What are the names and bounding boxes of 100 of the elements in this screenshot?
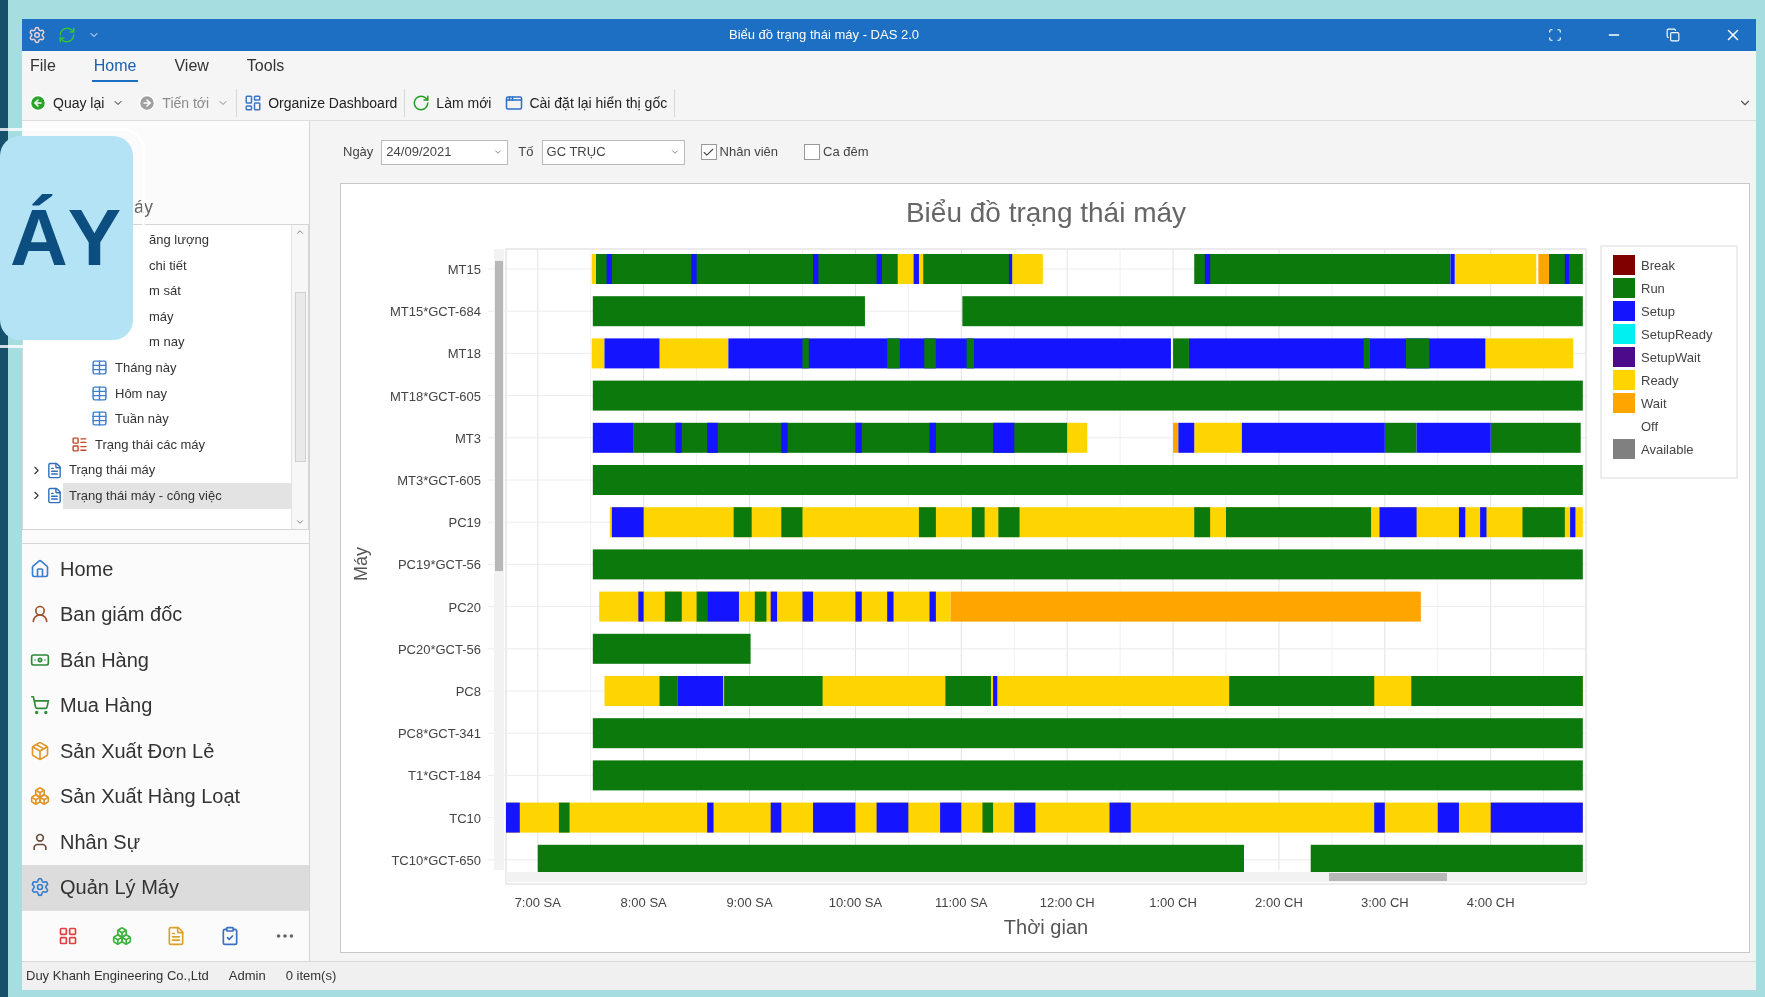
tree-item[interactable]: Hôm nay bbox=[91, 380, 174, 407]
axis-label: TC10*GCT-650 bbox=[391, 852, 481, 868]
menu-tab[interactable]: Home bbox=[91, 54, 139, 82]
clipboard-icon[interactable] bbox=[220, 926, 240, 946]
tick-label: 2:00 CH bbox=[1255, 895, 1303, 910]
axis-title: Máy bbox=[351, 547, 371, 581]
caret-icon bbox=[669, 147, 680, 157]
axis-label: MT15 bbox=[447, 262, 481, 277]
field-label: Tố bbox=[518, 143, 534, 162]
tree-item[interactable]: Trạng thái máy bbox=[63, 457, 291, 483]
package-icon bbox=[30, 740, 50, 761]
table-icon bbox=[91, 384, 108, 402]
window-title: Biểu đồ trạng thái máy - DAS 2.0 bbox=[728, 26, 919, 45]
axis-label: MT3 bbox=[455, 430, 481, 446]
team-dropdown[interactable]: GC TRỤC bbox=[541, 139, 685, 165]
legend-label: Wait bbox=[1641, 396, 1667, 411]
legend-label: Break bbox=[1641, 258, 1675, 273]
nav-item[interactable]: Home bbox=[22, 546, 309, 592]
checkbox[interactable] bbox=[700, 144, 717, 160]
checkbox-label: Nhân viên bbox=[719, 143, 779, 162]
axis-label: MT15*GCT-684 bbox=[389, 304, 481, 320]
panel-caption: áy bbox=[134, 196, 153, 219]
menu-tab[interactable]: View bbox=[172, 54, 211, 82]
restore-icon[interactable] bbox=[1666, 28, 1680, 42]
legend-label: SetupWait bbox=[1641, 350, 1701, 365]
toolbar-button[interactable]: Organize Dashboard bbox=[241, 90, 401, 116]
caret-icon bbox=[493, 147, 504, 157]
menu-tab[interactable]: Tools bbox=[244, 54, 287, 82]
scrollbar[interactable] bbox=[291, 225, 308, 529]
axis-label: TC10 bbox=[449, 810, 481, 826]
axis-label: T1*GCT-184 bbox=[408, 768, 481, 784]
tick-label: 8:00 SA bbox=[620, 895, 667, 910]
tree-item[interactable]: chi tiết bbox=[149, 252, 193, 279]
status-text: 0 item(s) bbox=[285, 967, 337, 986]
status-text: Duy Khanh Engineering Co.,Ltd bbox=[26, 967, 209, 986]
date-field[interactable]: 24/09/2021 bbox=[381, 139, 509, 165]
checkbox[interactable] bbox=[804, 144, 821, 160]
axis-label: PC8*GCT-341 bbox=[397, 726, 481, 742]
tree-item[interactable]: Tuần này bbox=[91, 406, 175, 432]
scroll-up-icon[interactable] bbox=[295, 227, 305, 237]
checkbox-label: Ca đêm bbox=[823, 143, 869, 162]
toolbar-button[interactable]: Làm mới bbox=[409, 90, 495, 116]
document-icon[interactable] bbox=[166, 926, 186, 946]
axis-label: PC20*GCT-56 bbox=[397, 641, 481, 657]
axis-label: PC20 bbox=[448, 599, 481, 615]
scroll-down-icon[interactable] bbox=[295, 517, 305, 527]
tree-item[interactable]: m nay bbox=[149, 329, 191, 355]
boxes-icon[interactable] bbox=[112, 926, 132, 946]
nav-item[interactable]: Mua Hàng bbox=[22, 682, 309, 728]
person-icon bbox=[30, 604, 50, 625]
axis-label: MT18 bbox=[447, 346, 481, 362]
tree-item[interactable]: m sát bbox=[149, 278, 187, 304]
menu-tab[interactable]: File bbox=[28, 54, 58, 82]
tick-label: 12:00 CH bbox=[1039, 895, 1095, 910]
table-icon bbox=[91, 410, 108, 428]
legend-label: Setup bbox=[1641, 304, 1675, 319]
tick-label: 9:00 SA bbox=[726, 895, 773, 910]
axis-label: MT18*GCT-605 bbox=[389, 388, 481, 404]
horizontal-scrollbar[interactable] bbox=[506, 872, 1586, 882]
tick-label: 3:00 CH bbox=[1360, 895, 1409, 910]
axis-label: PC19 bbox=[448, 515, 481, 531]
dashboard-icon bbox=[244, 94, 263, 112]
tree-item[interactable]: máy bbox=[149, 303, 180, 330]
gear-icon[interactable] bbox=[28, 26, 46, 44]
axis-label: PC8 bbox=[455, 684, 481, 699]
toolbar-button[interactable]: Quay lại bbox=[26, 90, 128, 116]
tick-label: 4:00 CH bbox=[1466, 895, 1515, 910]
nav-item[interactable]: Sản Xuất Hàng Loạt bbox=[22, 773, 309, 819]
cart-icon bbox=[30, 695, 50, 716]
grid-icon[interactable] bbox=[58, 926, 78, 946]
toolbar-button[interactable]: Cài đặt lại hiển thị gốc bbox=[502, 90, 671, 116]
tick-label: 7:00 SA bbox=[514, 895, 561, 910]
nav-item[interactable]: Sản Xuất Đơn Lẻ bbox=[22, 728, 309, 774]
tick-label: 11:00 SA bbox=[935, 895, 988, 910]
legend-label: SetupReady bbox=[1641, 327, 1713, 342]
gear-icon bbox=[30, 877, 50, 898]
tree-item[interactable]: ăng lượng bbox=[149, 227, 215, 253]
nav-item[interactable]: Ban giám đốc bbox=[22, 591, 309, 637]
tick-label: 1:00 CH bbox=[1149, 895, 1197, 910]
table-icon bbox=[91, 359, 108, 377]
field-label: Ngày bbox=[343, 143, 374, 162]
person-icon bbox=[30, 831, 50, 852]
nav-item[interactable]: Bán Hàng bbox=[22, 637, 309, 683]
window-icon bbox=[505, 94, 524, 112]
tree-item[interactable]: Tháng này bbox=[91, 354, 183, 381]
report-icon bbox=[71, 436, 88, 454]
nav-item[interactable]: Quản Lý Máy bbox=[22, 864, 309, 910]
legend-label: Off bbox=[1641, 419, 1659, 434]
legend-label: Available bbox=[1641, 442, 1694, 457]
axis-label: PC19*GCT-56 bbox=[397, 557, 481, 573]
document-icon bbox=[46, 487, 63, 505]
vertical-scrollbar[interactable] bbox=[494, 249, 504, 870]
nav-item[interactable]: Nhân Sự bbox=[22, 819, 309, 865]
tree-item[interactable]: Trạng thái các máy bbox=[71, 431, 212, 458]
tree-item[interactable]: Trạng thái máy - công việc bbox=[63, 482, 291, 509]
focus-icon[interactable] bbox=[1548, 28, 1562, 42]
legend-label: Run bbox=[1641, 281, 1665, 296]
chart-title: Biểu đồ trạng thái máy bbox=[905, 197, 1187, 228]
axis-label: MT3*GCT-605 bbox=[397, 473, 481, 488]
refresh-icon[interactable] bbox=[58, 26, 76, 44]
